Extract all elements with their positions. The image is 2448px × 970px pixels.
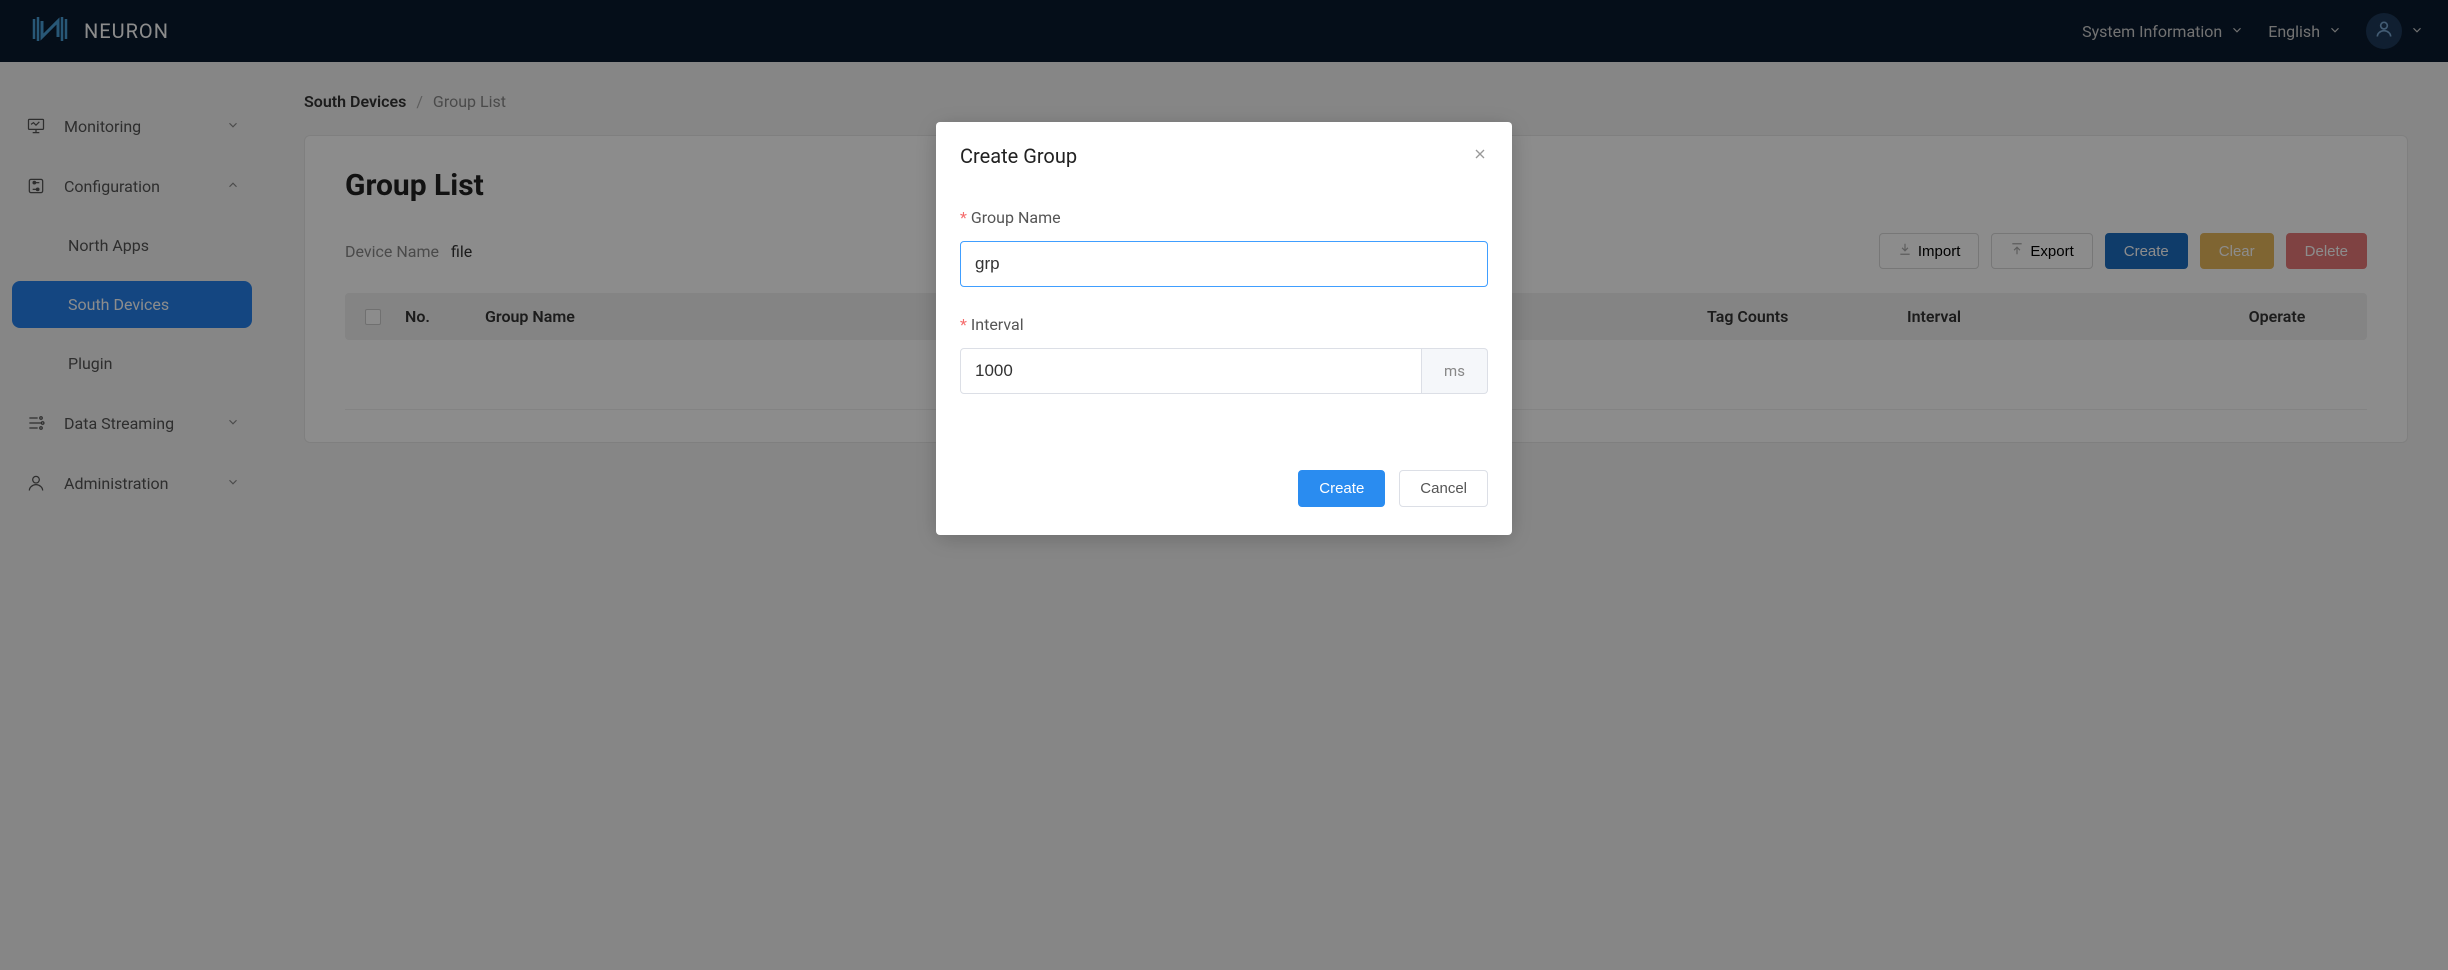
modal-footer: Create Cancel xyxy=(936,446,1512,535)
modal-overlay[interactable]: Create Group * Group Name * Interval xyxy=(0,0,2448,970)
close-icon xyxy=(1472,146,1488,167)
required-indicator: * xyxy=(960,208,967,227)
group-name-label: Group Name xyxy=(971,208,1061,227)
modal-cancel-label: Cancel xyxy=(1420,480,1467,497)
interval-field: * Interval ms xyxy=(960,315,1488,394)
interval-input-group: ms xyxy=(960,348,1488,394)
modal-create-button[interactable]: Create xyxy=(1298,470,1385,507)
required-indicator: * xyxy=(960,315,967,334)
interval-unit: ms xyxy=(1422,348,1488,394)
group-name-field: * Group Name xyxy=(960,208,1488,287)
group-name-input[interactable] xyxy=(960,241,1488,287)
modal-header: Create Group xyxy=(936,122,1512,168)
interval-input[interactable] xyxy=(960,348,1422,394)
modal-cancel-button[interactable]: Cancel xyxy=(1399,470,1488,507)
create-group-modal: Create Group * Group Name * Interval xyxy=(936,122,1512,535)
interval-label: Interval xyxy=(971,315,1024,334)
close-button[interactable] xyxy=(1472,146,1488,167)
modal-title: Create Group xyxy=(960,144,1077,168)
group-name-label-row: * Group Name xyxy=(960,208,1488,227)
modal-body: * Group Name * Interval ms xyxy=(936,168,1512,446)
modal-create-label: Create xyxy=(1319,480,1364,497)
interval-label-row: * Interval xyxy=(960,315,1488,334)
